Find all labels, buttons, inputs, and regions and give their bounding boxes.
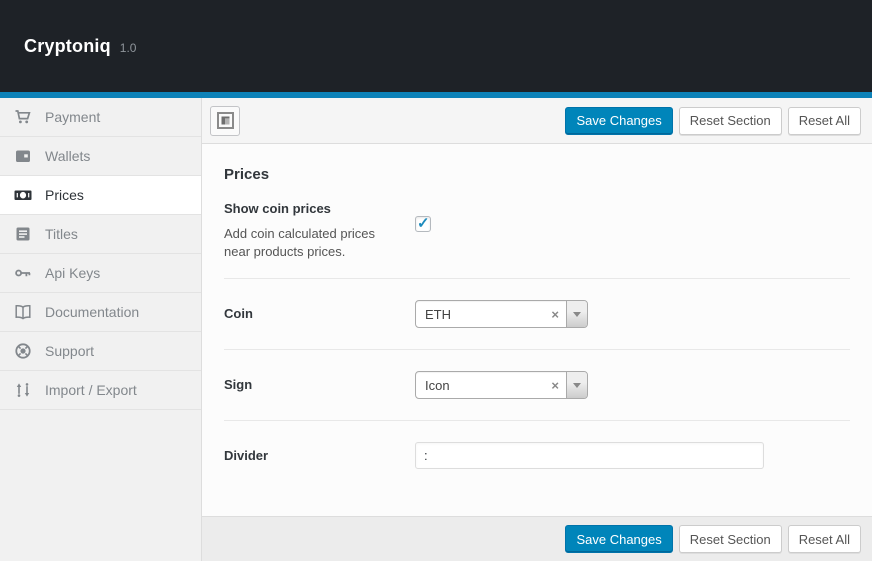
sign-select-value: Icon xyxy=(416,372,544,398)
sidebar-item-label: Payment xyxy=(45,109,100,125)
sidebar-item-label: Support xyxy=(45,343,94,359)
sidebar-toggle-button[interactable] xyxy=(210,106,240,136)
show-coin-prices-checkbox[interactable] xyxy=(415,216,431,232)
sidebar-item-titles[interactable]: Titles xyxy=(0,215,201,254)
lifering-icon xyxy=(14,342,32,360)
sidebar-item-label: Titles xyxy=(45,226,78,242)
cart-icon xyxy=(14,108,32,126)
dropdown-arrow-icon[interactable] xyxy=(566,372,587,398)
sidebar: Payment Wallets Prices Titles Api Keys xyxy=(0,98,202,561)
sidebar-item-payment[interactable]: Payment xyxy=(0,98,201,137)
sidebar-item-documentation[interactable]: Documentation xyxy=(0,293,201,332)
field-label-text: Show coin prices xyxy=(224,200,415,218)
sidebar-item-label: Documentation xyxy=(45,304,139,320)
field-row-sign: Sign Icon xyxy=(224,350,850,421)
coin-select[interactable]: ETH xyxy=(415,300,588,328)
dropdown-arrow-icon[interactable] xyxy=(566,301,587,327)
import-export-icon xyxy=(14,381,32,399)
top-toolbar: Save Changes Reset Section Reset All xyxy=(202,98,872,144)
field-row-divider: Divider xyxy=(224,421,850,491)
sidebar-item-label: Wallets xyxy=(45,148,90,164)
field-row-coin: Coin ETH xyxy=(224,279,850,350)
app-title: Cryptoniq xyxy=(24,36,111,57)
divider-label: Divider xyxy=(224,442,415,470)
show-coin-prices-label: Show coin prices Add coin calculated pri… xyxy=(224,198,415,262)
sign-select[interactable]: Icon xyxy=(415,371,588,399)
page-title: Prices xyxy=(224,144,850,183)
sidebar-item-label: Api Keys xyxy=(45,265,100,281)
reset-section-button-bottom[interactable]: Reset Section xyxy=(679,525,782,553)
titles-icon xyxy=(14,225,32,243)
coin-label: Coin xyxy=(224,300,415,328)
sidebar-item-label: Prices xyxy=(45,187,84,203)
wallet-icon xyxy=(14,147,32,165)
field-control: ETH xyxy=(415,300,850,328)
settings-content: Prices Show coin prices Add coin calcula… xyxy=(202,144,872,516)
top-button-group: Save Changes Reset Section Reset All xyxy=(565,107,861,135)
sidebar-item-prices[interactable]: Prices xyxy=(0,176,201,215)
app-header: Cryptoniq 1.0 xyxy=(0,0,872,98)
reset-all-button[interactable]: Reset All xyxy=(788,107,861,135)
coin-select-value: ETH xyxy=(416,301,544,327)
book-icon xyxy=(14,303,32,321)
app-version: 1.0 xyxy=(120,37,137,55)
save-changes-button[interactable]: Save Changes xyxy=(565,107,672,135)
field-description: Add coin calculated prices near products… xyxy=(224,225,415,263)
sidebar-item-import-export[interactable]: Import / Export xyxy=(0,371,201,410)
sign-label: Sign xyxy=(224,371,415,399)
reset-all-button-bottom[interactable]: Reset All xyxy=(788,525,861,553)
key-icon xyxy=(14,264,32,282)
field-row-show-coin-prices: Show coin prices Add coin calculated pri… xyxy=(224,183,850,279)
clear-icon[interactable] xyxy=(544,301,566,327)
reset-section-button[interactable]: Reset Section xyxy=(679,107,782,135)
sidebar-item-support[interactable]: Support xyxy=(0,332,201,371)
main-panel: Save Changes Reset Section Reset All Pri… xyxy=(202,98,872,561)
sidebar-item-wallets[interactable]: Wallets xyxy=(0,137,201,176)
field-control: Icon xyxy=(415,371,850,399)
save-changes-button-bottom[interactable]: Save Changes xyxy=(565,525,672,553)
clear-icon[interactable] xyxy=(544,372,566,398)
sidebar-item-label: Import / Export xyxy=(45,382,137,398)
money-icon xyxy=(14,186,32,204)
layout-toggle-icon xyxy=(217,112,234,129)
bottom-toolbar: Save Changes Reset Section Reset All xyxy=(202,516,872,561)
app-body: Payment Wallets Prices Titles Api Keys xyxy=(0,98,872,561)
sidebar-item-api-keys[interactable]: Api Keys xyxy=(0,254,201,293)
divider-input[interactable] xyxy=(415,442,764,469)
field-control xyxy=(415,442,850,470)
field-control xyxy=(415,198,850,262)
